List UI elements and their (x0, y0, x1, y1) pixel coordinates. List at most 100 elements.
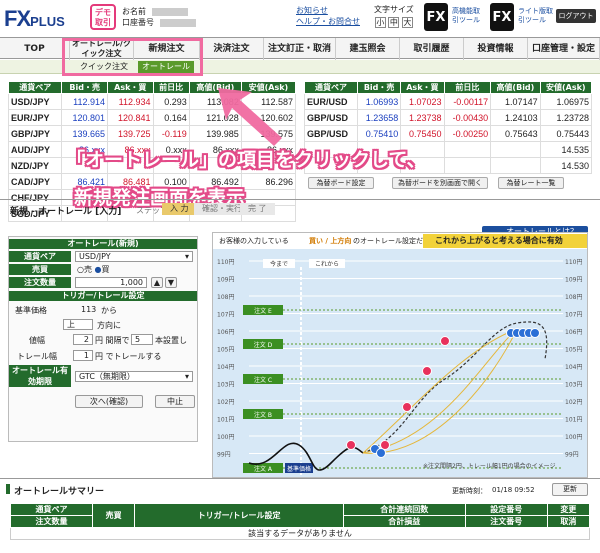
th-qty: 注文数量 (9, 515, 94, 528)
price-label-left: 103円 (217, 382, 234, 389)
th-cancel: 取消 (546, 515, 591, 528)
pointer-arrow-icon (218, 88, 282, 146)
autotrail-order-form: オートレール(新規) 通貨ペア USD/JPY ▾ 売買 ○売 ●買 注文数量 1… (8, 236, 198, 442)
cancel-button[interactable]: 中止 (155, 395, 195, 408)
next-confirm-button[interactable]: 次へ(確認) (75, 395, 143, 408)
count-select[interactable]: 5 (131, 334, 153, 345)
price-label-left: 101円 (217, 417, 234, 424)
qty-up-icon[interactable]: ▲ (151, 277, 163, 288)
price-label-right: 110円 (565, 259, 582, 266)
future-label: これから (315, 261, 339, 268)
section-divider (0, 199, 600, 200)
fill-dot (530, 328, 540, 338)
th-pair: 通貨ペア (9, 503, 94, 516)
updated-label: 更新時刻： (452, 487, 487, 495)
order-label: 注文 C (254, 376, 272, 384)
price-label-right: 109円 (565, 277, 582, 284)
refresh-button[interactable]: 更新 (552, 483, 588, 496)
order-section-title: 新規 - オートレール [入力] (10, 207, 122, 217)
trigger-header: トリガー/トレール設定 (9, 291, 197, 301)
th-setting-no: 設定番号 (464, 503, 548, 516)
pair-select[interactable]: USD/JPY ▾ (75, 251, 193, 262)
pair-select-value: USD/JPY (79, 252, 111, 261)
trail-width-label: トレール幅 (17, 352, 57, 361)
fill-dot (376, 448, 386, 458)
interval-input[interactable]: 2 (73, 334, 93, 345)
direction-suffix: 方向に (97, 321, 121, 330)
price-label-left: 104円 (217, 364, 234, 371)
order-label: 注文 D (254, 341, 273, 349)
summary-title: オートレールサマリー (14, 487, 105, 497)
base-price-label: 基準価格 (15, 306, 47, 315)
price-label-left: 106円 (217, 329, 234, 336)
diagram-banner: お客様の入力している 買い / 上方向 のオートレール設定だと これから上がると… (213, 233, 587, 249)
price-label-left: 107円 (217, 312, 234, 319)
price-label-right: 101円 (565, 417, 582, 424)
pair-label: 通貨ペア (9, 251, 71, 262)
th-total-count: 合計連続回数 (342, 503, 466, 516)
interval-label: 値幅 (29, 336, 45, 345)
diagram-plot: 110円 110円 109円 109円 108円 108円 107円 107円 106円 106円… (217, 259, 582, 475)
order-label: 注文 A (254, 465, 273, 473)
th-total-pl: 合計損益 (342, 515, 466, 528)
price-label-right: 102円 (565, 399, 582, 406)
interval-suffix: 円 間隔で (95, 336, 130, 345)
order-trigger-dot (440, 336, 450, 346)
order-label: 注文 E (254, 307, 272, 315)
chevron-down-icon: ▾ (184, 252, 189, 261)
order-trigger-dot (422, 366, 432, 376)
qty-input[interactable]: 1,000 (75, 277, 147, 288)
base-price-value[interactable]: 113 (81, 305, 96, 314)
price-label-left: 99円 (217, 452, 231, 459)
sell-radio-label: 売 (83, 265, 92, 274)
price-label-right: 105円 (565, 347, 582, 354)
order-trigger-dot (346, 440, 356, 450)
count-suffix: 本設置し (155, 336, 187, 345)
th-modify: 変更 (546, 503, 591, 516)
price-label-left: 102円 (217, 399, 234, 406)
direction-select[interactable]: 上 (63, 319, 93, 330)
order-label: 注文 B (254, 411, 272, 419)
summary-table: 通貨ペア 売買 トリガー/トレール設定 合計連続回数 設定番号 変更 注文数量 … (9, 503, 591, 540)
trail-line-a (362, 328, 518, 454)
side-label: 売買 (9, 264, 71, 275)
price-label-right: 103円 (565, 382, 582, 389)
future-path (362, 321, 548, 454)
step-input: 入 力 (162, 203, 197, 215)
autotrail-diagram: お客様の入力している 買い / 上方向 のオートレール設定だと これから上がると… (212, 232, 588, 478)
expiry-select-value: GTC（無期限） (79, 372, 135, 381)
buy-radio-label: 買 (101, 265, 110, 274)
expiry-label: オートレール有効期限 (9, 365, 71, 387)
price-label-left: 110円 (217, 259, 234, 266)
sell-radio[interactable]: ○ (77, 265, 84, 274)
banner-text-mid: のオートレール設定だと (353, 237, 430, 245)
diagram-note: ※注文間隔2円、トレール幅1円の場合のイメージ (423, 463, 556, 470)
price-label-left: 109円 (217, 277, 234, 284)
trail-line-b (362, 328, 518, 454)
chevron-down-icon: ▾ (184, 372, 189, 381)
banner-highlight-box: これから上がると考える場合に有効 (423, 234, 587, 248)
step-done: 完 了 (240, 203, 275, 215)
trail-line-c (362, 328, 518, 454)
price-label-right: 100円 (565, 434, 582, 441)
qty-down-icon[interactable]: ▼ (165, 277, 177, 288)
now-label: 今まで (270, 260, 288, 268)
base-price-suffix: から (101, 306, 117, 315)
trail-width-input[interactable]: 1 (73, 350, 93, 361)
buy-radio[interactable]: ● (95, 265, 102, 274)
price-label-right: 104円 (565, 364, 582, 371)
th-side: 売買 (92, 503, 136, 528)
price-label-right: 108円 (565, 294, 582, 301)
banner-highlight: 買い / 上方向 (309, 237, 352, 245)
banner-text-left: お客様の入力している (219, 237, 289, 245)
qty-label: 注文数量 (9, 277, 71, 288)
price-label-right: 107円 (565, 312, 582, 319)
summary-divider (0, 478, 600, 479)
price-label-right: 106円 (565, 329, 582, 336)
base-price-label: 基準価格 (287, 465, 311, 473)
form-header: オートレール(新規) (9, 239, 197, 249)
th-order-no: 注文番号 (464, 515, 548, 528)
summary-empty-message: 該当するデータがありません (10, 527, 590, 540)
expiry-select[interactable]: GTC（無期限） ▾ (75, 371, 193, 382)
side-radio-group: ○売 ●買 (77, 264, 110, 275)
